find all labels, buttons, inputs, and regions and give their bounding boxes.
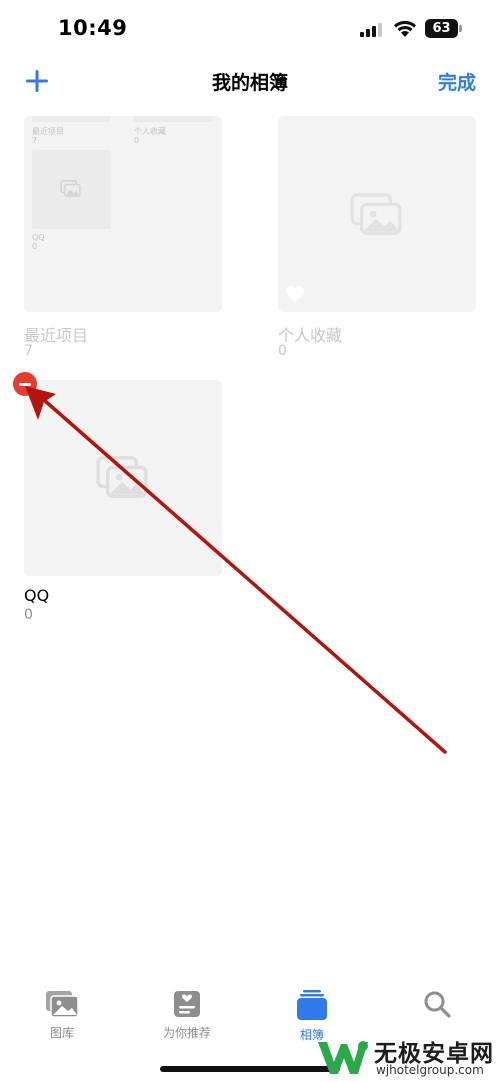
for-you-icon bbox=[174, 991, 200, 1017]
album-count-qq: 0 bbox=[24, 607, 33, 623]
mini-album-name: 个人收藏 bbox=[134, 127, 166, 136]
watermark: 无极安卓网 wjhotelgroup.com bbox=[312, 1030, 500, 1082]
cellular-signal-icon bbox=[360, 23, 382, 37]
heart-icon bbox=[286, 286, 304, 302]
tab-label: 图库 bbox=[49, 1026, 74, 1040]
album-thumbnail-recents[interactable]: 最近项目 7 个人收藏 0 QQ 0 bbox=[24, 116, 222, 312]
mini-album-tile bbox=[32, 116, 110, 122]
search-icon bbox=[424, 991, 451, 1018]
mini-album-tile bbox=[32, 150, 111, 229]
album-name-favorites: 个人收藏 bbox=[278, 326, 343, 345]
battery-indicator: 63 bbox=[425, 19, 462, 38]
mini-album-name: 最近项目 bbox=[32, 127, 64, 136]
page-title: 我的相簿 bbox=[211, 72, 288, 94]
battery-level: 63 bbox=[425, 19, 458, 38]
battery-cap bbox=[459, 25, 462, 32]
album-count-favorites: 0 bbox=[278, 343, 287, 359]
albums-icon bbox=[297, 990, 327, 1020]
mini-album-count: 7 bbox=[32, 136, 38, 145]
mini-album-count: 0 bbox=[134, 136, 140, 145]
album-name-qq: QQ bbox=[24, 586, 50, 605]
status-bar: 10:49 63 bbox=[0, 0, 500, 58]
delete-album-button[interactable] bbox=[12, 371, 38, 397]
tab-library[interactable]: 图库 bbox=[22, 990, 102, 1050]
album-count-recents: 7 bbox=[24, 343, 33, 359]
mini-album-name: QQ bbox=[32, 233, 45, 242]
watermark-url: wjhotelgroup.com bbox=[376, 1063, 484, 1077]
photos-icon bbox=[350, 193, 402, 235]
album-thumbnail-qq[interactable] bbox=[24, 380, 222, 576]
tab-label: 为你推荐 bbox=[162, 1026, 211, 1040]
wifi-icon bbox=[394, 20, 416, 37]
mini-album-count: 0 bbox=[32, 242, 38, 251]
tab-for-you[interactable]: 为你推荐 bbox=[147, 990, 227, 1050]
done-button[interactable]: 完成 bbox=[438, 68, 476, 95]
mini-album-tile bbox=[134, 116, 212, 122]
plus-icon[interactable] bbox=[24, 66, 50, 96]
album-name-recents: 最近项目 bbox=[24, 326, 89, 345]
album-thumbnail-favorites[interactable] bbox=[278, 116, 476, 312]
photos-icon bbox=[96, 456, 148, 498]
watermark-logo-icon bbox=[318, 1041, 368, 1074]
photo-library-icon bbox=[46, 991, 79, 1018]
status-time: 10:49 bbox=[58, 16, 128, 40]
photos-icon bbox=[60, 180, 81, 197]
